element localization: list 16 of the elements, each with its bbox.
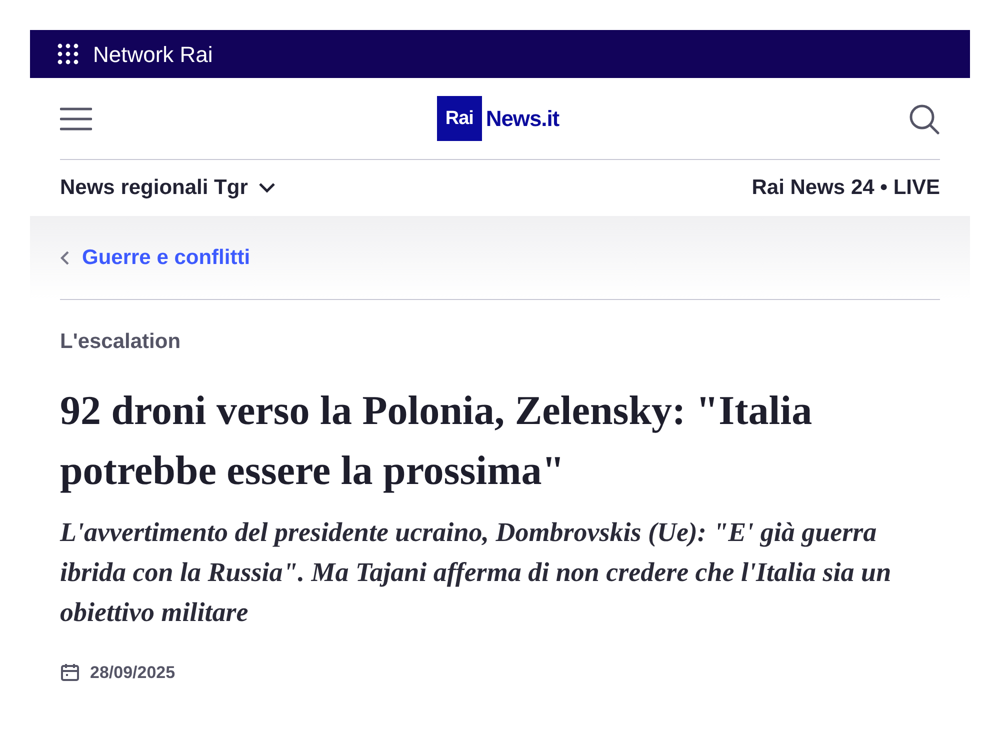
- live-link[interactable]: Rai News 24 • LIVE: [752, 172, 940, 204]
- network-label[interactable]: Network Rai: [93, 38, 213, 70]
- calendar-icon: [60, 662, 80, 682]
- kicker: L'escalation: [60, 329, 182, 355]
- logo-badge[interactable]: Rai: [436, 96, 482, 141]
- article-date: 28/09/2025: [90, 662, 176, 684]
- breadcrumb-link[interactable]: Guerre e conflitti: [82, 242, 250, 274]
- regional-news-dropdown[interactable]: News regionali Tgr: [60, 172, 276, 204]
- search-icon[interactable]: [908, 102, 940, 134]
- chevron-left-icon[interactable]: [60, 250, 70, 266]
- logo-text[interactable]: News.it: [486, 102, 560, 135]
- grid-icon[interactable]: [57, 43, 79, 65]
- chevron-down-icon: [258, 182, 276, 194]
- article-title: 92 droni verso la Polonia, Zelensky: "Italia potrebbe essere la prossima": [60, 386, 814, 495]
- menu-icon[interactable]: [60, 106, 92, 130]
- article-subtitle: L'avvertimento del presidente ucraino, Dombrovskis (Ue): "E' già guerra ibrida con la Russia". Ma Tajani afferma di non credere che l'Italia sia un obiettivo militare: [60, 516, 892, 628]
